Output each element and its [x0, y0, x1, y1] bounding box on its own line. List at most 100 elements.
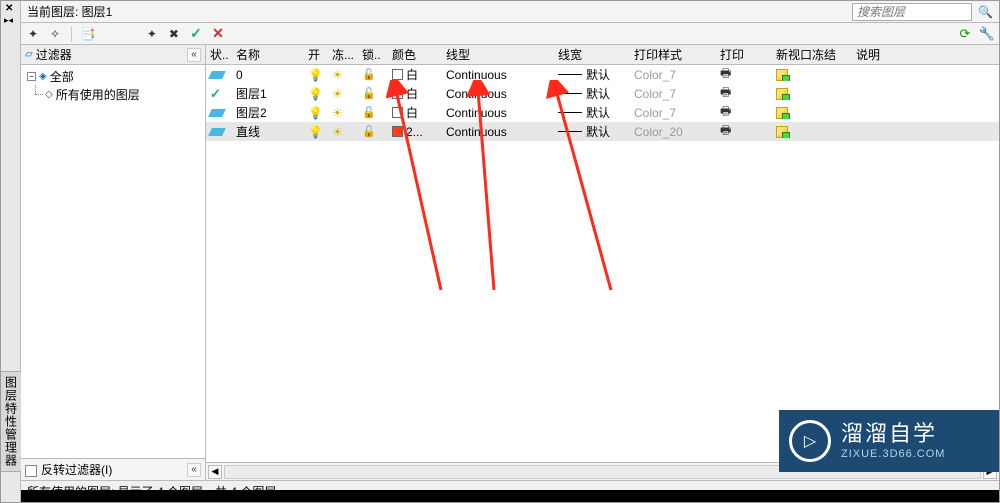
cell-plot[interactable]: 🖶 — [716, 83, 772, 104]
delete-layer-icon[interactable]: ✖ — [166, 26, 182, 42]
cell-on[interactable]: 💡 — [304, 68, 328, 82]
dock-toggle-icon[interactable]: ▸◂ — [4, 15, 13, 26]
cell-lock[interactable]: 🔓 — [358, 87, 388, 100]
filter-tree: − ◈ 全部 ◇ 所有使用的图层 — [21, 65, 205, 458]
cell-plotstyle[interactable]: Color_7 — [630, 106, 716, 120]
sun-icon: ☀ — [332, 87, 343, 101]
invert-checkbox[interactable] — [25, 465, 37, 477]
cell-newvp[interactable] — [772, 88, 852, 100]
cancel-icon[interactable]: ✕ — [210, 26, 226, 42]
cell-plotstyle[interactable]: Color_20 — [630, 125, 716, 139]
cell-plot[interactable]: 🖶 — [716, 102, 772, 123]
cell-plotstyle[interactable]: Color_7 — [630, 68, 716, 82]
print-icon: 🖶 — [720, 102, 731, 123]
col-lineweight[interactable]: 线宽 — [554, 45, 630, 64]
table-row[interactable]: 0 💡 ☀ 🔓 白Continuous默认Color_7🖶 — [206, 65, 999, 84]
col-on[interactable]: 开 — [304, 45, 328, 64]
newvp-icon — [776, 107, 788, 119]
table-row[interactable]: 图层2💡☀ 🔓 白Continuous默认Color_7 🖶 — [206, 103, 999, 122]
cell-lineweight[interactable]: 默认 — [554, 104, 630, 121]
table-row[interactable]: 直线 💡 ☀ 🔓2...Continuous默认Color_20🖶 — [206, 122, 999, 141]
sun-icon: ☀ — [332, 125, 343, 139]
cell-lineweight[interactable]: 默认 — [554, 123, 630, 140]
col-state[interactable]: 状.. — [206, 45, 232, 64]
table-row[interactable]: ✓ 图层1 💡 ☀ 🔓 白Continuous默认Color_7🖶 — [206, 84, 999, 103]
col-linetype[interactable]: 线型 — [442, 45, 554, 64]
cell-plot[interactable]: 🖶 — [716, 121, 772, 142]
settings-icon[interactable]: 🔧 — [979, 26, 995, 42]
new-layer-icon[interactable]: ✦ — [25, 26, 41, 42]
lineweight-preview — [558, 74, 582, 75]
bulb-icon: 💡 — [308, 125, 323, 139]
cell-state[interactable] — [206, 109, 232, 117]
cell-on[interactable]: 💡 — [304, 125, 328, 139]
cell-lineweight[interactable]: 默认 — [554, 85, 630, 102]
col-name[interactable]: 名称 — [232, 45, 304, 64]
current-layer-icon: ✓ — [210, 86, 221, 102]
unlock-icon: 🔓 — [362, 106, 376, 119]
cell-lineweight[interactable]: 默认 — [554, 66, 630, 83]
bulb-icon: 💡 — [308, 68, 323, 82]
unlock-icon: 🔓 — [362, 68, 376, 81]
col-lock[interactable]: 锁.. — [358, 45, 388, 64]
dock-handle[interactable]: ✕ ▸◂ 图层特性管理器 — [1, 1, 21, 502]
cell-freeze[interactable]: ☀ — [328, 68, 358, 82]
color-swatch — [392, 69, 403, 80]
watermark-logo-icon: ▷ — [789, 420, 831, 462]
cell-newvp[interactable] — [772, 126, 852, 138]
new-layer-vp-icon[interactable]: ✧ — [47, 26, 63, 42]
color-swatch — [392, 107, 403, 118]
cell-lock[interactable]: 🔓 — [358, 106, 388, 119]
tree-collapse-icon[interactable]: − — [27, 72, 36, 81]
search-icon[interactable]: 🔍 — [972, 5, 999, 19]
cell-freeze[interactable]: ☀ — [328, 87, 358, 101]
cell-plotstyle[interactable]: Color_7 — [630, 87, 716, 101]
layer-states-icon[interactable]: 📑 — [80, 26, 96, 42]
refresh-icon[interactable]: ⟳ — [957, 26, 973, 42]
cell-linetype[interactable]: Continuous — [442, 125, 554, 139]
cell-state[interactable] — [206, 128, 232, 136]
filter-node-all[interactable]: − ◈ 全部 — [25, 67, 201, 85]
cell-color[interactable]: 白 — [388, 66, 442, 83]
cell-on[interactable]: 💡 — [304, 87, 328, 101]
cell-color[interactable]: 白 — [388, 85, 442, 102]
col-freeze[interactable]: 冻... — [328, 45, 358, 64]
unlock-icon: 🔓 — [362, 87, 376, 100]
cell-name[interactable]: 图层2 — [232, 104, 304, 121]
cell-name[interactable]: 0 — [232, 68, 304, 82]
search-input[interactable] — [852, 3, 972, 21]
collapse-footer-icon[interactable]: « — [187, 463, 201, 477]
col-newvp[interactable]: 新视口冻结 — [772, 45, 852, 64]
scroll-left-icon[interactable]: ◀ — [208, 465, 222, 479]
cell-name[interactable]: 直线 — [232, 123, 304, 140]
filter-footer: 反转过滤器(I) « — [21, 458, 205, 480]
collapse-filters-icon[interactable]: « — [187, 48, 201, 62]
cell-lock[interactable]: 🔓 — [358, 68, 388, 81]
cell-lock[interactable]: 🔓 — [358, 125, 388, 138]
cell-freeze[interactable]: ☀ — [328, 125, 358, 139]
close-icon[interactable]: ✕ — [5, 3, 13, 14]
cell-state[interactable] — [206, 71, 232, 79]
col-color[interactable]: 颜色 — [388, 45, 442, 64]
color-swatch — [392, 88, 403, 99]
cell-newvp[interactable] — [772, 69, 852, 81]
cell-color[interactable]: 2... — [388, 125, 442, 139]
cell-plot[interactable]: 🖶 — [716, 65, 772, 85]
col-plotstyle[interactable]: 打印样式 — [630, 45, 716, 64]
col-plot[interactable]: 打印 — [716, 45, 772, 64]
cell-newvp[interactable] — [772, 107, 852, 119]
new-group-icon[interactable]: ✦ — [144, 26, 160, 42]
cell-color[interactable]: 白 — [388, 104, 442, 121]
cell-name[interactable]: 图层1 — [232, 85, 304, 102]
filter-node-used[interactable]: ◇ 所有使用的图层 — [25, 85, 201, 103]
cell-freeze[interactable]: ☀ — [328, 106, 358, 120]
cell-state[interactable]: ✓ — [206, 86, 232, 102]
bulb-icon: 💡 — [308, 87, 323, 101]
col-desc[interactable]: 说明 — [852, 45, 999, 64]
apply-icon[interactable]: ✓ — [188, 26, 204, 42]
cell-linetype[interactable]: Continuous — [442, 106, 554, 120]
cell-linetype[interactable]: Continuous — [442, 87, 554, 101]
watermark: ▷ 溜溜自学 ZIXUE.3D66.COM — [779, 410, 999, 472]
cell-on[interactable]: 💡 — [304, 106, 328, 120]
cell-linetype[interactable]: Continuous — [442, 68, 554, 82]
